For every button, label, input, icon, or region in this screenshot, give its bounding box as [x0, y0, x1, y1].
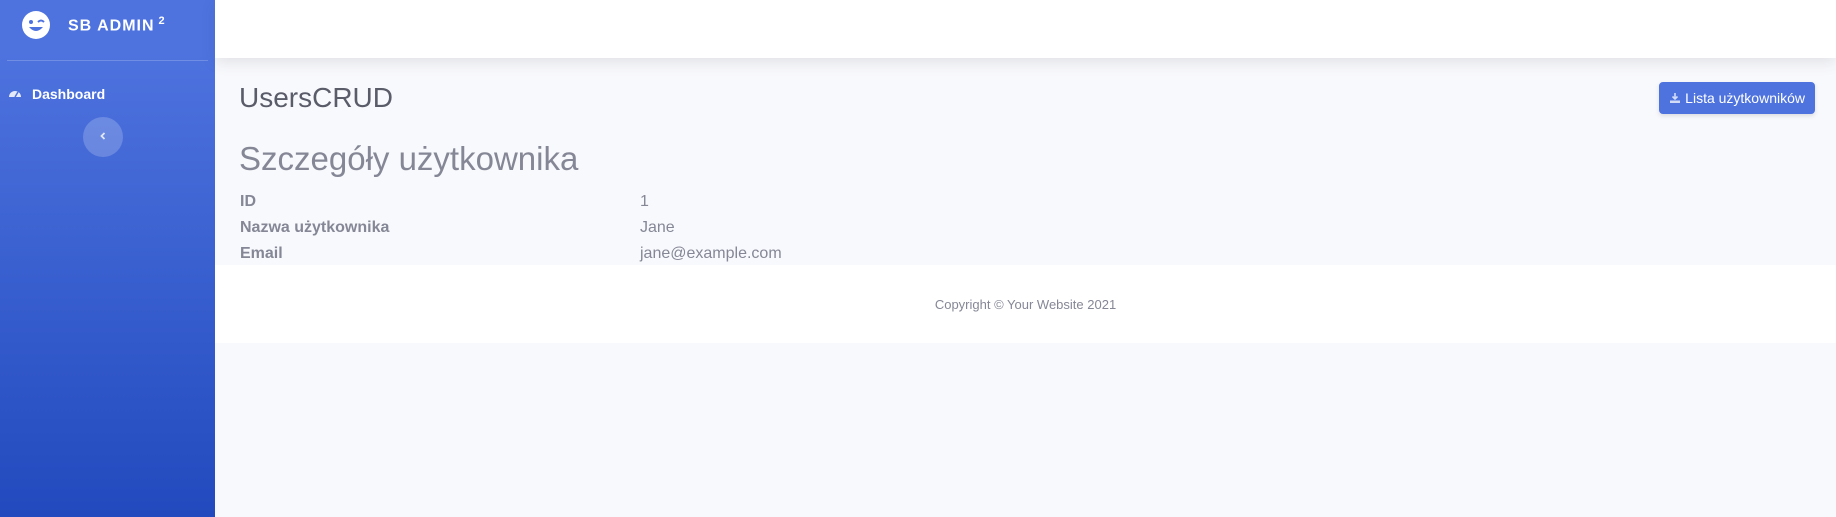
detail-row-username: Nazwa użytkownika Jane	[240, 215, 1816, 241]
copyright-text: Copyright © Your Website 2021	[934, 296, 1117, 312]
detail-label: Nazwa użytkownika	[240, 219, 390, 236]
users-list-button[interactable]: Lista użytkowników	[1659, 82, 1815, 114]
sidebar-brand[interactable]: SB Admin 2	[0, 0, 215, 50]
sidebar-toggle-button[interactable]	[83, 117, 123, 157]
sidebar-item-dashboard[interactable]: Dashboard	[0, 61, 215, 117]
users-list-button-label: Lista użytkowników	[1685, 90, 1805, 106]
laugh-wink-icon	[20, 9, 52, 41]
page-heading: UsersCRUD Lista użytkowników	[239, 82, 1815, 114]
footer: Copyright © Your Website 2021	[215, 265, 1836, 343]
detail-value: jane@example.com	[640, 245, 782, 262]
sidebar-item-label: Dashboard	[32, 86, 106, 102]
sidebar: SB Admin 2 Dashboard	[0, 0, 215, 517]
download-icon	[1669, 92, 1681, 104]
brand-sup: 2	[158, 14, 166, 27]
brand-name: SB Admin	[68, 17, 155, 35]
detail-label: Email	[240, 245, 283, 262]
topbar	[215, 0, 1836, 58]
detail-row-id: ID 1	[240, 189, 1816, 215]
detail-value: Jane	[640, 219, 675, 236]
tachometer-icon	[8, 86, 24, 102]
page-title: UsersCRUD	[239, 82, 393, 113]
details-title: Szczegóły użytkownika	[239, 140, 579, 177]
user-details: ID 1 Nazwa użytkownika Jane Email jane@e…	[240, 189, 1816, 267]
detail-label: ID	[240, 193, 256, 210]
chevron-left-icon	[98, 128, 108, 146]
detail-value: 1	[640, 193, 649, 210]
detail-row-email: Email jane@example.com	[240, 241, 1816, 267]
